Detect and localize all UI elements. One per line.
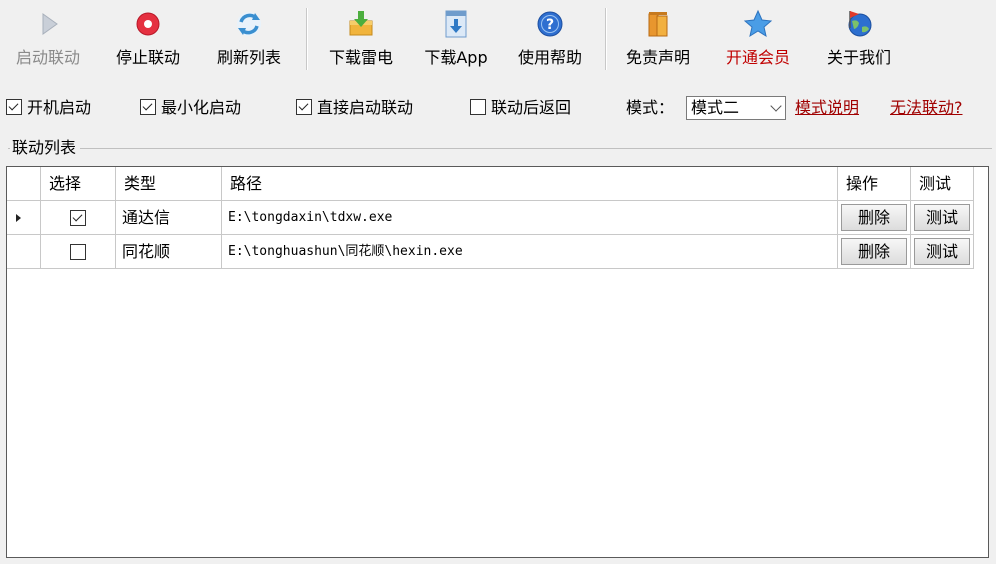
books-icon <box>648 12 668 37</box>
play-icon <box>42 13 58 35</box>
row-select-checkbox[interactable] <box>70 244 86 260</box>
chevron-down-icon <box>770 100 782 112</box>
type-cell: 通达信 <box>116 201 222 234</box>
return-after-link-label: 联动后返回 <box>491 98 572 117</box>
minimized-start-checkbox[interactable]: 最小化启动 <box>140 94 241 122</box>
download-leidian-label: 下载雷电 <box>328 48 393 67</box>
row-indicator <box>7 201 41 234</box>
help-button[interactable]: ? 使用帮助 <box>504 4 596 84</box>
toolbar-separator <box>306 8 308 70</box>
test-cell: 测试 <box>911 235 974 268</box>
download-app-label: 下载App <box>424 48 488 67</box>
path-cell: E:\tongdaxin\tdxw.exe <box>222 201 838 234</box>
test-button[interactable]: 测试 <box>914 238 970 265</box>
header-cell-test[interactable]: 测试 <box>911 167 974 200</box>
download-leidian-button[interactable]: 下载雷电 <box>313 4 409 84</box>
delete-button[interactable]: 删除 <box>841 238 907 265</box>
header-cell-select[interactable]: 选择 <box>41 167 116 200</box>
checkbox-box[interactable] <box>296 99 312 115</box>
action-cell: 删除 <box>838 235 911 268</box>
download-app-button[interactable]: 下载App <box>413 4 499 84</box>
about-button[interactable]: 关于我们 <box>813 4 905 84</box>
grid-header: 选择 类型 路径 操作 测试 <box>7 167 974 201</box>
minimized-start-label: 最小化启动 <box>161 98 242 117</box>
direct-link-checkbox[interactable]: 直接启动联动 <box>296 94 413 122</box>
refresh-list-label: 刷新列表 <box>216 48 281 67</box>
row-indicator <box>7 235 41 268</box>
stop-icon <box>136 12 160 36</box>
return-after-link-checkbox[interactable]: 联动后返回 <box>470 94 571 122</box>
mode-help-link[interactable]: 模式说明 <box>795 94 859 122</box>
refresh-icon <box>237 12 261 36</box>
delete-button[interactable]: 删除 <box>841 204 907 231</box>
header-cell-path[interactable]: 路径 <box>222 167 838 200</box>
svg-text:?: ? <box>546 17 554 33</box>
test-button[interactable]: 测试 <box>914 204 970 231</box>
group-title: 联动列表 <box>10 137 81 159</box>
vip-button[interactable]: 开通会员 <box>712 4 804 84</box>
link-list-grid[interactable]: 选择 类型 路径 操作 测试 通达信 E:\tongdaxin\tdxw.exe… <box>6 166 989 558</box>
table-row[interactable]: 通达信 E:\tongdaxin\tdxw.exe 删除 测试 <box>7 201 974 235</box>
mode-select-value: 模式二 <box>691 98 740 117</box>
checkbox-box[interactable] <box>140 99 156 115</box>
disclaimer-button[interactable]: 免责声明 <box>612 4 704 84</box>
cannot-link-link[interactable]: 无法联动? <box>890 94 963 122</box>
help-label: 使用帮助 <box>517 48 582 67</box>
header-cell-action[interactable]: 操作 <box>838 167 911 200</box>
vip-label: 开通会员 <box>725 48 790 67</box>
checkbox-box[interactable] <box>6 99 22 115</box>
star-icon <box>743 9 773 38</box>
download-box-icon <box>349 11 373 36</box>
mode-label: 模式： <box>626 98 675 117</box>
start-link-label: 启动联动 <box>15 48 80 67</box>
start-link-button[interactable]: 启动联动 <box>2 4 94 84</box>
globe-icon <box>848 11 872 37</box>
stop-link-label: 停止联动 <box>115 48 180 67</box>
checkbox-box[interactable] <box>470 99 486 115</box>
about-label: 关于我们 <box>826 48 891 67</box>
toolbar-separator <box>605 8 607 70</box>
select-cell[interactable] <box>41 201 116 234</box>
action-cell: 删除 <box>838 201 911 234</box>
mode-select[interactable]: 模式二 <box>686 96 786 120</box>
direct-link-label: 直接启动联动 <box>317 98 414 117</box>
toolbar: 启动联动 停止联动 刷新列表 下载雷电 下载App ? 使用帮助 免责声明 开通… <box>0 0 996 88</box>
options-row: 开机启动 最小化启动 直接启动联动 联动后返回 模式： 模式二 模式说明 无法联… <box>0 94 996 122</box>
row-select-checkbox[interactable] <box>70 210 86 226</box>
disclaimer-label: 免责声明 <box>625 48 690 67</box>
group-divider <box>8 148 992 149</box>
select-cell[interactable] <box>41 235 116 268</box>
row-pointer-icon <box>16 214 21 222</box>
stop-link-button[interactable]: 停止联动 <box>102 4 194 84</box>
type-cell: 同花顺 <box>116 235 222 268</box>
path-cell: E:\tonghuashun\同花顺\hexin.exe <box>222 235 838 268</box>
autostart-label: 开机启动 <box>27 98 92 117</box>
download-app-icon <box>445 10 467 38</box>
refresh-list-button[interactable]: 刷新列表 <box>201 4 297 84</box>
autostart-checkbox[interactable]: 开机启动 <box>6 94 91 122</box>
test-cell: 测试 <box>911 201 974 234</box>
table-row[interactable]: 同花顺 E:\tonghuashun\同花顺\hexin.exe 删除 测试 <box>7 235 974 269</box>
help-icon: ? <box>537 11 563 37</box>
header-cell-indicator <box>7 167 41 200</box>
header-cell-type[interactable]: 类型 <box>116 167 222 200</box>
